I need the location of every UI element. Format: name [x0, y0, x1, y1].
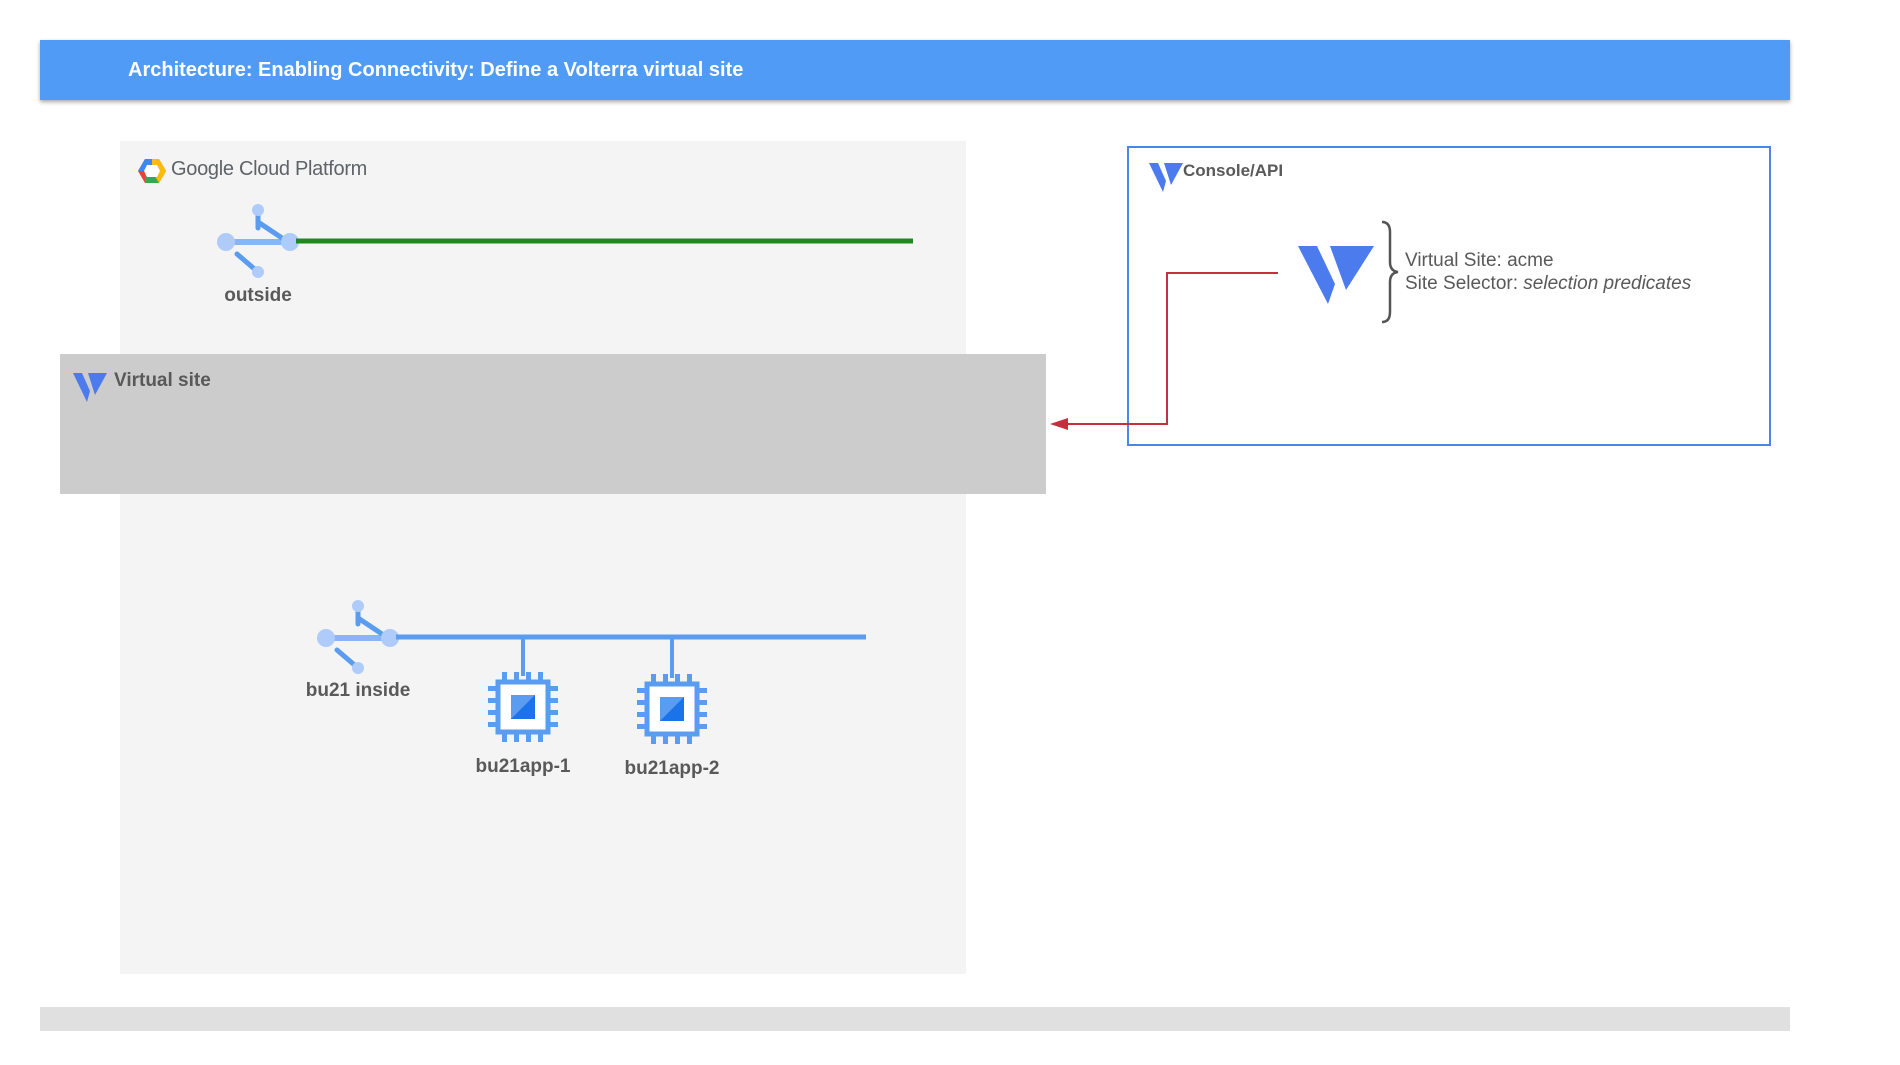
network-diagram: [217, 204, 1278, 744]
footer-bar: [40, 1007, 1790, 1031]
vm-label: bu21app-2: [624, 758, 720, 779]
inside-network-label: bu21 inside: [305, 680, 411, 701]
connector-arrow: [1050, 272, 1278, 430]
outside-router-icon: [217, 204, 299, 278]
vm-chip-icon: [637, 674, 707, 744]
vm-chip-icon: [488, 672, 558, 742]
vm-label: bu21app-1: [475, 756, 571, 777]
outside-network-label: outside: [224, 285, 292, 306]
inside-router-icon: [317, 600, 399, 674]
